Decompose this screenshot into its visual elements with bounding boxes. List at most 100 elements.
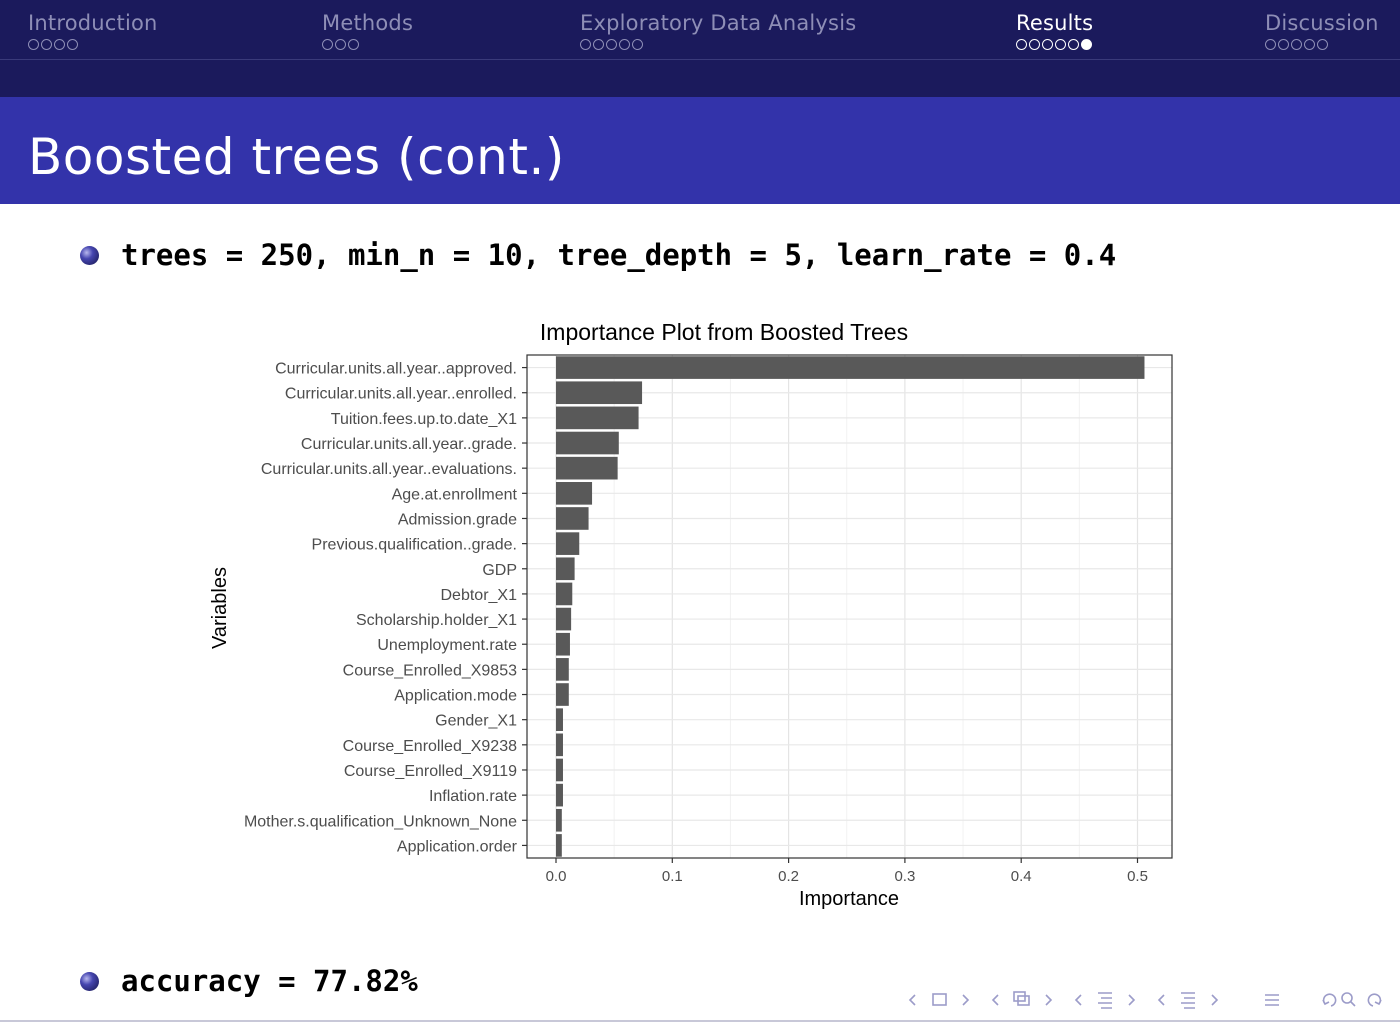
nav-frame-dot[interactable] (606, 38, 617, 50)
x-tick-label: 0.0 (546, 868, 567, 885)
plot-panel (527, 355, 1172, 858)
y-tick-label: Debtor_X1 (441, 587, 518, 604)
bar (556, 632, 570, 656)
undo-icon[interactable] (1322, 993, 1337, 1007)
section-icon[interactable] (1098, 992, 1112, 1009)
nav-section-dots (580, 37, 856, 51)
x-axis: 0.0 0.1 0.2 0.3 0.4 0.5 (546, 858, 1148, 885)
nav-section-label[interactable]: Exploratory Data Analysis (580, 10, 856, 36)
arrow-right-icon[interactable] (962, 994, 970, 1006)
y-tick-label: Application.mode (394, 688, 517, 705)
search-icon[interactable] (1341, 992, 1356, 1007)
arrow-right-icon[interactable] (1211, 994, 1219, 1006)
bar (556, 808, 562, 832)
align-icon[interactable] (1265, 994, 1279, 1006)
nav-frame-dot[interactable] (1291, 38, 1302, 50)
nav-section-methods[interactable]: Methods (322, 10, 413, 51)
nav-frame-dot[interactable] (41, 38, 52, 50)
bar (556, 834, 562, 857)
arrow-left-icon[interactable] (908, 994, 916, 1006)
y-tick-label: Gender_X1 (435, 713, 517, 730)
redo-icon[interactable] (1367, 993, 1382, 1007)
y-tick-label: Scholarship.holder_X1 (356, 612, 517, 629)
y-tick-label: Course_Enrolled_X9119 (344, 763, 517, 780)
nav-frame-dot[interactable] (1081, 38, 1092, 50)
bar (556, 607, 572, 631)
bar (556, 356, 1145, 379)
nav-frame-dot[interactable] (1068, 38, 1079, 50)
nav-frame-dot[interactable] (67, 38, 78, 50)
nav-frame-dot[interactable] (348, 38, 359, 50)
bullet-ball-icon (80, 971, 99, 991)
nav-frame-dot[interactable] (1317, 38, 1328, 50)
nav-frame-dot[interactable] (1029, 38, 1040, 50)
nav-frame-dot[interactable] (1016, 38, 1027, 50)
arrow-left-icon[interactable] (1157, 994, 1165, 1006)
beamer-navigation-symbols (905, 988, 1387, 1012)
y-tick-label: Course_Enrolled_X9853 (343, 662, 517, 679)
frame-icon[interactable] (932, 993, 947, 1006)
nav-section-results[interactable]: Results (1016, 10, 1093, 51)
y-tick-label: Course_Enrolled_X9238 (343, 738, 517, 755)
y-tick-label: Inflation.rate (429, 788, 517, 805)
nav-section-label[interactable]: Methods (322, 10, 413, 36)
nav-frame-dot[interactable] (54, 38, 65, 50)
y-tick-label: Curricular.units.all.year..evaluations. (261, 461, 517, 478)
document-icon[interactable] (1181, 992, 1195, 1009)
bullet-ball-icon (80, 245, 99, 265)
subsection-icon[interactable] (1013, 991, 1030, 1006)
y-axis: Curricular.units.all.year..approved. Curr… (244, 361, 527, 855)
bar (556, 532, 580, 555)
nav-frame-dot[interactable] (1055, 38, 1066, 50)
nav-section-dots (1016, 37, 1093, 51)
arrow-left-icon[interactable] (991, 994, 999, 1006)
chart-title: Importance Plot from Boosted Trees (540, 319, 908, 345)
nav-frame-dot[interactable] (28, 38, 39, 50)
nav-section-label[interactable]: Discussion (1265, 10, 1379, 36)
x-tick-label: 0.3 (894, 868, 915, 885)
bar (556, 482, 593, 505)
nav-frame-dot[interactable] (1278, 38, 1289, 50)
x-tick-label: 0.4 (1011, 868, 1032, 885)
nav-section-dots (322, 37, 413, 51)
nav-frame-dot[interactable] (1042, 38, 1053, 50)
nav-section-exploratory-data-analysis[interactable]: Exploratory Data Analysis (580, 10, 856, 51)
y-tick-label: Curricular.units.all.year..enrolled. (285, 386, 517, 403)
bullet-text: trees = 250, min_n = 10, tree_depth = 5,… (121, 238, 1117, 272)
arrow-left-icon[interactable] (1074, 994, 1082, 1006)
nav-section-label[interactable]: Introduction (28, 10, 158, 36)
bar (556, 456, 618, 480)
nav-section-dots (1265, 37, 1379, 51)
bullet-item-params: trees = 250, min_n = 10, tree_depth = 5,… (80, 238, 1116, 272)
arrow-right-icon[interactable] (1045, 994, 1053, 1006)
nav-frame-dot[interactable] (632, 38, 643, 50)
bar (556, 758, 563, 782)
nav-frame-dot[interactable] (619, 38, 630, 50)
y-tick-label: Admission.grade (398, 511, 517, 528)
nav-section-introduction[interactable]: Introduction (28, 10, 158, 51)
nav-frame-dot[interactable] (1304, 38, 1315, 50)
arrow-right-icon[interactable] (1128, 994, 1136, 1006)
y-tick-label: Previous.qualification..grade. (312, 537, 517, 554)
importance-bar-chart: Importance Plot from Boosted Trees Curri… (209, 319, 1173, 910)
nav-frame-dot[interactable] (335, 38, 346, 50)
nav-section-discussion[interactable]: Discussion (1265, 10, 1379, 51)
bullet-text: accuracy = 77.82% (121, 964, 418, 998)
bar (556, 783, 563, 807)
nav-frame-dot[interactable] (593, 38, 604, 50)
bar (556, 708, 563, 731)
section-navigation-bar: Introduction Methods Exploratory Data An… (0, 0, 1400, 59)
y-tick-label: Age.at.enrollment (392, 486, 518, 503)
bar (556, 381, 643, 405)
bullet-item-accuracy: accuracy = 77.82% (80, 964, 418, 998)
bar (556, 683, 569, 706)
x-tick-label: 0.1 (662, 868, 683, 885)
nav-frame-dot[interactable] (580, 38, 591, 50)
nav-frame-dot[interactable] (1265, 38, 1276, 50)
nav-section-label[interactable]: Results (1016, 10, 1093, 36)
bar (556, 733, 563, 757)
x-axis-label: Importance (799, 888, 899, 910)
bar (556, 507, 589, 530)
x-tick-label: 0.2 (778, 868, 799, 885)
nav-frame-dot[interactable] (322, 38, 333, 50)
